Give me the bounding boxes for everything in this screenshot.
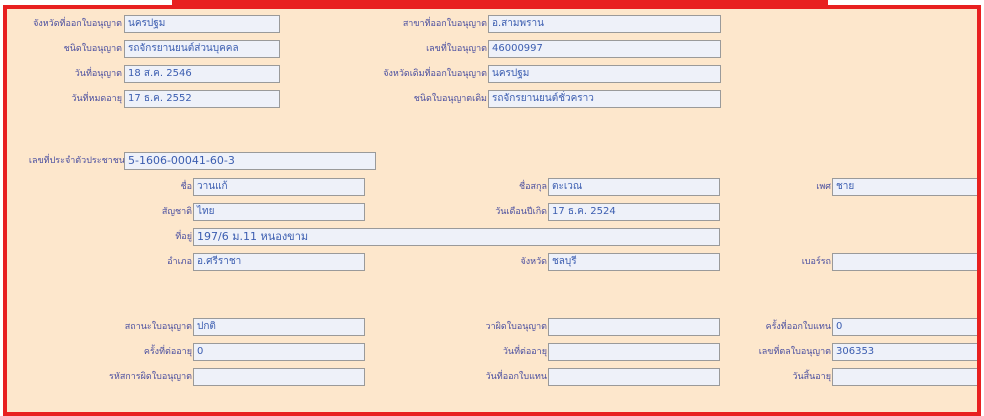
replacement-count-field[interactable]: 0 — [832, 318, 977, 336]
original-province-label: จังหวัดเดิมที่ออกใบอนุญาต — [383, 69, 487, 79]
license-status-field[interactable]: ปกติ — [193, 318, 365, 336]
replacement-date-label: วันที่ออกใบแทน — [485, 372, 547, 382]
branch-issued-field[interactable]: อ.สามพราน — [488, 15, 721, 33]
first-name-field[interactable]: วานแก้ — [193, 178, 365, 196]
original-license-type-label: ชนิดใบอนุญาตเดิม — [413, 94, 487, 104]
id-number-field[interactable]: 5-1606-00041-60-3 — [124, 152, 376, 170]
replacement-count-label: ครั้งที่ออกใบแทน — [765, 322, 831, 332]
license-number-label: เลขที่ใบอนุญาต — [426, 44, 487, 54]
license-number-field[interactable]: 46000997 — [488, 40, 721, 58]
province-issued-field[interactable]: นครปฐม — [124, 15, 280, 33]
district-field[interactable]: อ.ศรีราชา — [193, 253, 365, 271]
province-label: จังหวัด — [520, 257, 548, 267]
renewal-date-label: วันที่ต่ออายุ — [502, 347, 547, 357]
end-date-label: วันสิ้นอายุ — [792, 372, 831, 382]
original-license-type-field[interactable]: รถจักรยานยนต์ชั่วคราว — [488, 90, 721, 108]
branch-issued-label: สาขาที่ออกใบอนุญาต — [402, 19, 487, 29]
expiry-date-label: วันที่หมดอายุ — [71, 94, 122, 104]
sex-label: เพศ — [816, 182, 831, 192]
address-label: ที่อยู่ — [175, 232, 192, 242]
violation-code-field[interactable] — [193, 368, 365, 386]
province-issued-label: จังหวัดที่ออกใบอนุญาต — [33, 19, 122, 29]
issue-date-label: วันที่อนุญาต — [74, 69, 122, 79]
birth-date-label: วันเดือนปีเกิด — [495, 207, 547, 217]
postal-field[interactable] — [832, 253, 977, 271]
reference-number-label: เลขที่ตลใบอนุญาต — [758, 347, 831, 357]
replacement-date-field[interactable] — [548, 368, 720, 386]
violation-code-label: รหัสการผิดใบอนุญาต — [109, 372, 192, 382]
nationality-label: สัญชาติ — [161, 207, 192, 217]
nationality-field[interactable]: ไทย — [193, 203, 365, 221]
province-field[interactable]: ชลบุรี — [548, 253, 720, 271]
surname-field[interactable]: ตะเวณ — [548, 178, 720, 196]
district-label: อำเภอ — [167, 257, 192, 267]
birth-date-field[interactable]: 17 ธ.ค. 2524 — [548, 203, 720, 221]
renewal-count-field[interactable]: 0 — [193, 343, 365, 361]
renewal-date-field[interactable] — [548, 343, 720, 361]
suspend-field[interactable] — [548, 318, 720, 336]
sex-field[interactable]: ชาย — [832, 178, 977, 196]
address-field[interactable]: 197/6 ม.11 หนองขาม — [193, 228, 720, 246]
postal-label: เบอร์รถ — [801, 257, 831, 267]
end-date-field[interactable] — [832, 368, 977, 386]
expiry-date-field[interactable]: 17 ธ.ค. 2552 — [124, 90, 280, 108]
license-type-label: ชนิดใบอนุญาต — [63, 44, 122, 54]
suspend-label: วาผิดใบอนุญาต — [485, 322, 547, 332]
id-number-label: เลขที่ประจำตัวประชาชน — [28, 156, 125, 166]
issue-date-field[interactable]: 18 ส.ค. 2546 — [124, 65, 280, 83]
original-province-field[interactable]: นครปฐม — [488, 65, 721, 83]
surname-label: ชื่อสกุล — [519, 182, 547, 192]
license-type-field[interactable]: รถจักรยานยนต์ส่วนบุคคล — [124, 40, 280, 58]
license-status-label: สถานะใบอนุญาต — [124, 322, 192, 332]
reference-number-field[interactable]: 306353 — [832, 343, 977, 361]
first-name-label: ชื่อ — [180, 182, 192, 192]
license-record-panel: จังหวัดที่ออกใบอนุญาต นครปฐม สาขาที่ออกใ… — [3, 5, 981, 416]
renewal-count-label: ครั้งที่ต่ออายุ — [143, 347, 192, 357]
